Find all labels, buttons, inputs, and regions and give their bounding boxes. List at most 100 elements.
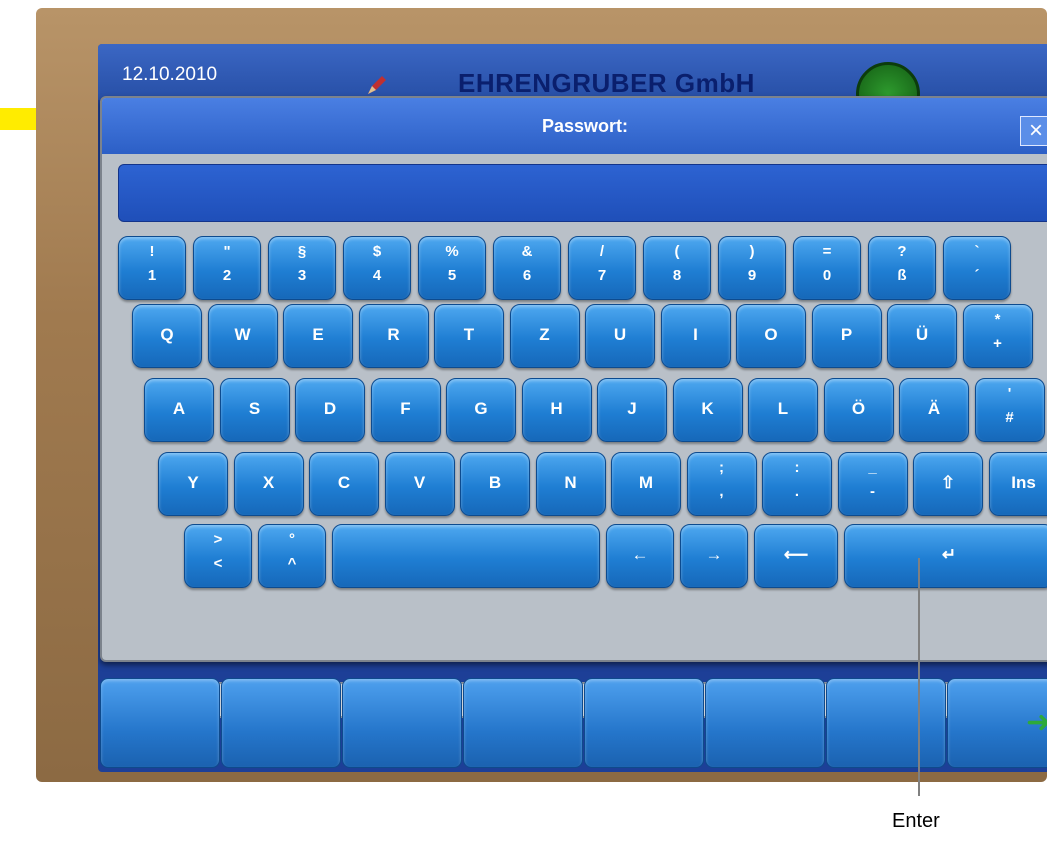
key-less-greater[interactable]: > < xyxy=(184,524,252,588)
key-punct-0[interactable]: ;, xyxy=(686,452,757,516)
key-g[interactable]: G xyxy=(446,378,516,442)
dialog-title: Passwort: xyxy=(541,116,629,136)
key-9[interactable]: ) 9 xyxy=(718,236,786,300)
backspace-key[interactable]: ⟵ xyxy=(754,524,838,588)
key-bottom-label: 8 xyxy=(672,267,682,284)
key-label: H xyxy=(550,399,563,418)
cursor-right-key[interactable]: → xyxy=(680,524,748,588)
key-12[interactable]: ` ´ xyxy=(943,236,1011,300)
key-label: F xyxy=(400,399,411,418)
cursor-left-key[interactable]: ← xyxy=(606,524,674,588)
key-v[interactable]: V xyxy=(384,452,455,516)
key-d[interactable]: D xyxy=(295,378,365,442)
password-dialog: Passwort: × ! 1 " 2 § 3 $4% 5 & 6/7(8) 9 = 0? ß ` ´ Q W E R… xyxy=(100,96,1047,718)
function-key-4[interactable] xyxy=(463,678,583,768)
key-punct-1[interactable]: :. xyxy=(762,452,832,516)
key-5[interactable]: % 5 xyxy=(418,236,486,300)
key-label: L xyxy=(777,399,789,418)
password-input[interactable] xyxy=(118,164,1047,222)
key-label: Ins xyxy=(1011,473,1036,492)
function-key-1[interactable] xyxy=(100,678,220,768)
key-k[interactable]: K xyxy=(672,378,743,442)
key-punct-2[interactable]: _ - xyxy=(837,452,908,516)
key-bottom-label: 1 xyxy=(147,267,157,284)
key-top-label: ° xyxy=(289,531,295,548)
key-t[interactable]: T xyxy=(434,304,504,368)
key-r[interactable]: R xyxy=(358,304,429,368)
key-label: ↵ xyxy=(941,545,957,564)
function-key-3[interactable] xyxy=(342,678,462,768)
key-o[interactable]: O xyxy=(736,304,806,368)
screen: 12.10.2010 EHRENGRUBER GmbH Passwort: × … xyxy=(98,44,1047,772)
key-s[interactable]: S xyxy=(219,378,290,442)
key-2[interactable]: " 2 xyxy=(193,236,261,300)
key-bottom-label: - xyxy=(870,483,875,500)
key-7[interactable]: /7 xyxy=(568,236,636,300)
key-10[interactable]: = 0 xyxy=(793,236,861,300)
key-bottom-label: 4 xyxy=(372,267,382,284)
function-key-6[interactable] xyxy=(705,678,825,768)
key-a[interactable]: A xyxy=(144,378,214,442)
key-bottom-label: 9 xyxy=(747,267,757,284)
key-4[interactable]: $4 xyxy=(343,236,411,300)
key-u[interactable]: U xyxy=(585,304,655,368)
key-top-label: ` xyxy=(974,243,980,260)
key-label: X xyxy=(262,473,275,492)
key-top-label: : xyxy=(794,459,800,476)
key-top-label: ; xyxy=(719,459,724,476)
key-z[interactable]: Z xyxy=(509,304,580,368)
key-bottom-label: ß xyxy=(897,267,907,284)
key-q[interactable]: Q xyxy=(132,304,202,368)
close-button[interactable]: × xyxy=(1020,116,1047,146)
function-key-5[interactable] xyxy=(584,678,704,768)
key-degree-caret[interactable]: ° ^ xyxy=(258,524,326,588)
function-key-7[interactable] xyxy=(826,678,946,768)
key-n[interactable]: N xyxy=(535,452,606,516)
key-plus[interactable]: * + xyxy=(962,304,1033,368)
key-x[interactable]: X xyxy=(233,452,304,516)
key-l[interactable]: L xyxy=(748,378,818,442)
key-f[interactable]: F xyxy=(370,378,441,442)
key-6[interactable]: & 6 xyxy=(493,236,561,300)
key-c[interactable]: C xyxy=(309,452,379,516)
key-top-label: $ xyxy=(372,243,382,260)
key-bottom-label: ´ xyxy=(974,267,980,284)
space-bar[interactable] xyxy=(332,524,600,588)
key-label: Ä xyxy=(927,399,941,418)
key-label: W xyxy=(234,325,251,344)
key-label: ⟵ xyxy=(783,545,809,564)
key-hash[interactable]: ' # xyxy=(974,378,1045,442)
key-bottom-label: 5 xyxy=(447,267,457,284)
key-ä[interactable]: Ä xyxy=(899,378,969,442)
key-bottom-label: 6 xyxy=(522,267,532,284)
shift-key[interactable]: ⇧ xyxy=(913,452,983,516)
key-h[interactable]: H xyxy=(521,378,592,442)
key-m[interactable]: M xyxy=(611,452,681,516)
key-ö[interactable]: Ö xyxy=(823,378,894,442)
key-3[interactable]: § 3 xyxy=(268,236,336,300)
key-w[interactable]: W xyxy=(207,304,278,368)
ins-key[interactable]: Ins xyxy=(988,452,1047,516)
key-b[interactable]: B xyxy=(460,452,530,516)
key-ü[interactable]: Ü xyxy=(887,304,957,368)
dialog-title-bar: Passwort: × xyxy=(102,98,1047,154)
key-p[interactable]: P xyxy=(811,304,882,368)
key-label: Y xyxy=(187,473,199,492)
key-8[interactable]: (8 xyxy=(643,236,711,300)
key-1[interactable]: ! 1 xyxy=(118,236,186,300)
key-top-label: / xyxy=(599,243,605,260)
function-key-8[interactable]: ➜ xyxy=(947,678,1047,768)
key-label: ← xyxy=(631,545,649,564)
key-y[interactable]: Y xyxy=(158,452,228,516)
key-i[interactable]: I xyxy=(660,304,731,368)
enter-key[interactable]: ↵ xyxy=(844,524,1047,588)
date-label: 12.10.2010 xyxy=(122,64,218,85)
key-j[interactable]: J xyxy=(597,378,667,442)
key-label: U xyxy=(613,325,627,344)
key-top-label: & xyxy=(521,243,533,260)
function-key-2[interactable] xyxy=(221,678,341,768)
enter-callout-label: Enter xyxy=(892,810,940,832)
key-11[interactable]: ? ß xyxy=(868,236,936,300)
key-e[interactable]: E xyxy=(283,304,353,368)
key-label: Q xyxy=(160,325,174,344)
